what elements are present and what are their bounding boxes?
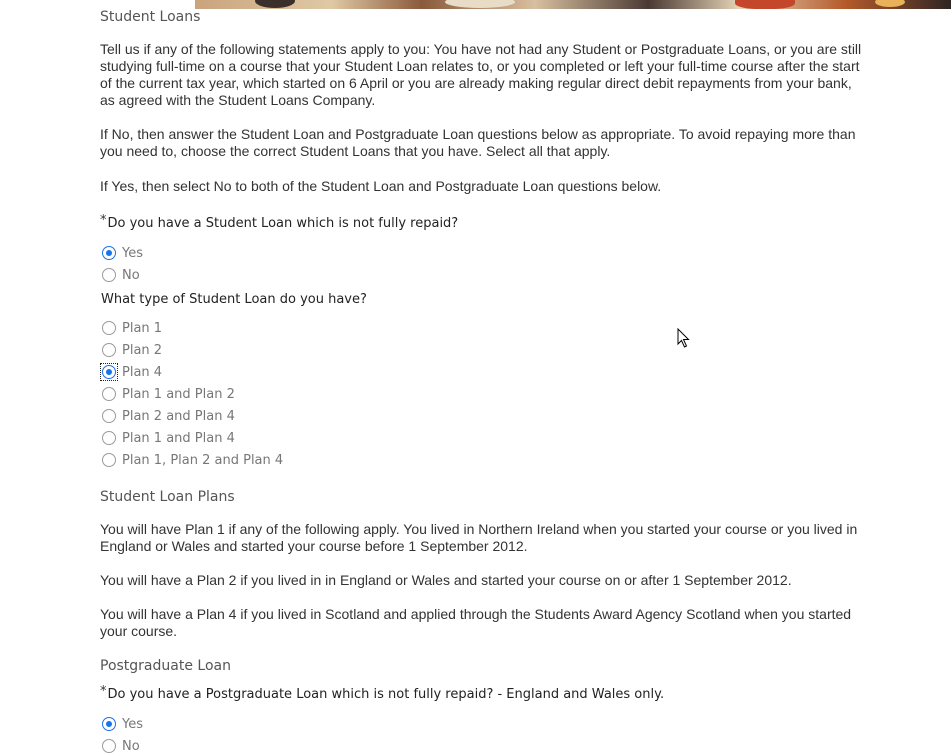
radio-plan-2[interactable] (102, 343, 116, 357)
mouse-cursor-icon (677, 328, 690, 348)
radio-label-plan-2-and-4[interactable]: Plan 2 and Plan 4 (122, 409, 235, 424)
student-loan-yes-option[interactable]: Yes (100, 244, 143, 262)
postgraduate-loan-heading: Postgraduate Loan (100, 658, 231, 674)
radio-label-plan-1[interactable]: Plan 1 (122, 321, 162, 336)
loan-type-question: What type of Student Loan do you have? (101, 292, 367, 307)
plan-option-plan-1-2-and-4[interactable]: Plan 1, Plan 2 and Plan 4 (100, 451, 283, 469)
radio-label-yes[interactable]: Yes (122, 246, 143, 261)
required-marker: * (100, 684, 107, 699)
radio-label-postgraduate-yes[interactable]: Yes (122, 717, 143, 732)
plan-option-plan-1[interactable]: Plan 1 (100, 319, 162, 337)
radio-plan-1-and-2[interactable] (102, 387, 116, 401)
radio-label-plan-4[interactable]: Plan 4 (122, 365, 162, 380)
intro-paragraph-2: If No, then answer the Student Loan and … (100, 126, 856, 159)
radio-no[interactable] (102, 268, 116, 282)
intro-paragraph-1: Tell us if any of the following statemen… (100, 41, 862, 108)
plan-option-plan-4[interactable]: Plan 4 (100, 363, 162, 381)
radio-label-no[interactable]: No (122, 268, 140, 283)
student-loan-question-label: Do you have a Student Loan which is not … (107, 216, 459, 231)
radio-postgraduate-no[interactable] (102, 739, 116, 753)
radio-plan-1-and-4[interactable] (102, 431, 116, 445)
plan-option-plan-1-and-4[interactable]: Plan 1 and Plan 4 (100, 429, 235, 447)
required-marker: * (100, 213, 107, 228)
radio-label-plan-1-and-4[interactable]: Plan 1 and Plan 4 (122, 431, 235, 446)
header-banner-image (195, 0, 951, 9)
radio-label-plan-1-and-2[interactable]: Plan 1 and Plan 2 (122, 387, 235, 402)
radio-plan-2-and-4[interactable] (102, 409, 116, 423)
plans-paragraph-2: You will have a Plan 2 if you lived in i… (100, 572, 792, 588)
postgraduate-yes-option[interactable]: Yes (100, 715, 143, 733)
radio-plan-4[interactable] (102, 365, 116, 379)
student-loan-no-option[interactable]: No (100, 266, 140, 284)
plan-option-plan-2[interactable]: Plan 2 (100, 341, 162, 359)
postgraduate-loan-question: *Do you have a Postgraduate Loan which i… (100, 684, 665, 702)
radio-yes[interactable] (102, 246, 116, 260)
intro-paragraph-3: If Yes, then select No to both of the St… (100, 178, 662, 194)
plans-paragraph-1: You will have Plan 1 if any of the follo… (100, 521, 858, 554)
student-loan-question: *Do you have a Student Loan which is not… (100, 213, 459, 231)
radio-label-plan-1-2-and-4[interactable]: Plan 1, Plan 2 and Plan 4 (122, 453, 283, 468)
plan-option-plan-1-and-2[interactable]: Plan 1 and Plan 2 (100, 385, 235, 403)
student-loan-plans-heading: Student Loan Plans (100, 489, 235, 505)
radio-plan-1-2-and-4[interactable] (102, 453, 116, 467)
radio-label-plan-2[interactable]: Plan 2 (122, 343, 162, 358)
postgraduate-loan-question-label: Do you have a Postgraduate Loan which is… (107, 687, 665, 702)
plans-paragraph-3: You will have a Plan 4 if you lived in S… (100, 606, 852, 639)
postgraduate-no-option[interactable]: No (100, 737, 140, 755)
radio-postgraduate-yes[interactable] (102, 717, 116, 731)
radio-label-postgraduate-no[interactable]: No (122, 739, 140, 754)
radio-plan-1[interactable] (102, 321, 116, 335)
student-loans-heading: Student Loans (100, 9, 201, 25)
plan-option-plan-2-and-4[interactable]: Plan 2 and Plan 4 (100, 407, 235, 425)
